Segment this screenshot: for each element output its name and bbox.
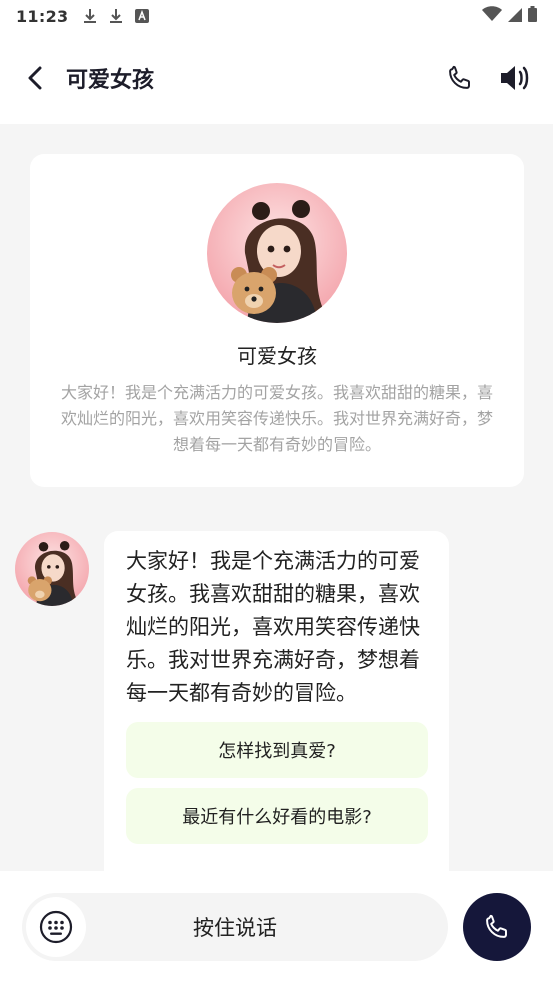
hold-to-talk-button[interactable]: 按住说话 — [22, 893, 448, 961]
phone-icon — [486, 914, 507, 938]
profile-intro: 大家好！我是个充满活力的可爱女孩。我喜欢甜甜的糖果，喜欢灿烂的阳光，喜欢用笑容传… — [60, 383, 493, 454]
message-text: 大家好！我是个充满活力的可爱女孩。我喜欢甜甜的糖果，喜欢灿烂的阳光，喜欢用笑容传… — [126, 549, 420, 705]
voice-call-button[interactable] — [463, 893, 531, 961]
back-button[interactable] — [20, 63, 50, 93]
header-actions — [443, 61, 533, 95]
suggestion-chip[interactable]: 最近有什么好看的电影? — [126, 788, 428, 844]
phone-icon — [449, 65, 470, 89]
text-a-icon — [134, 8, 150, 24]
keyboard-icon — [39, 910, 73, 944]
chat-header: 可爱女孩 — [0, 32, 553, 124]
battery-icon — [528, 6, 537, 26]
chevron-left-icon — [28, 66, 42, 90]
download-icon — [82, 8, 98, 24]
avatar — [207, 183, 347, 323]
signal-icon — [508, 7, 522, 26]
chat-avatar[interactable] — [15, 532, 89, 606]
status-time: 11:23 — [16, 6, 69, 26]
message-bubble: 大家好！我是个充满活力的可爱女孩。我喜欢甜甜的糖果，喜欢灿烂的阳光，喜欢用笑容传… — [104, 531, 449, 891]
page-title: 可爱女孩 — [66, 68, 155, 93]
profile-card: 可爱女孩 大家好！我是个充满活力的可爱女孩。我喜欢甜甜的糖果，喜欢灿烂的阳光，喜… — [30, 154, 524, 487]
speaker-button[interactable] — [499, 61, 533, 95]
download-icon — [108, 8, 124, 24]
keyboard-toggle-button[interactable] — [26, 897, 86, 957]
speaker-icon — [501, 66, 529, 90]
call-button[interactable] — [443, 61, 477, 95]
profile-name: 可爱女孩 — [237, 344, 317, 368]
suggestion-chip[interactable]: 怎样找到真爱? — [126, 722, 428, 778]
status-right — [482, 6, 537, 26]
wifi-icon — [482, 6, 502, 26]
status-bar: 11:23 — [0, 0, 553, 32]
